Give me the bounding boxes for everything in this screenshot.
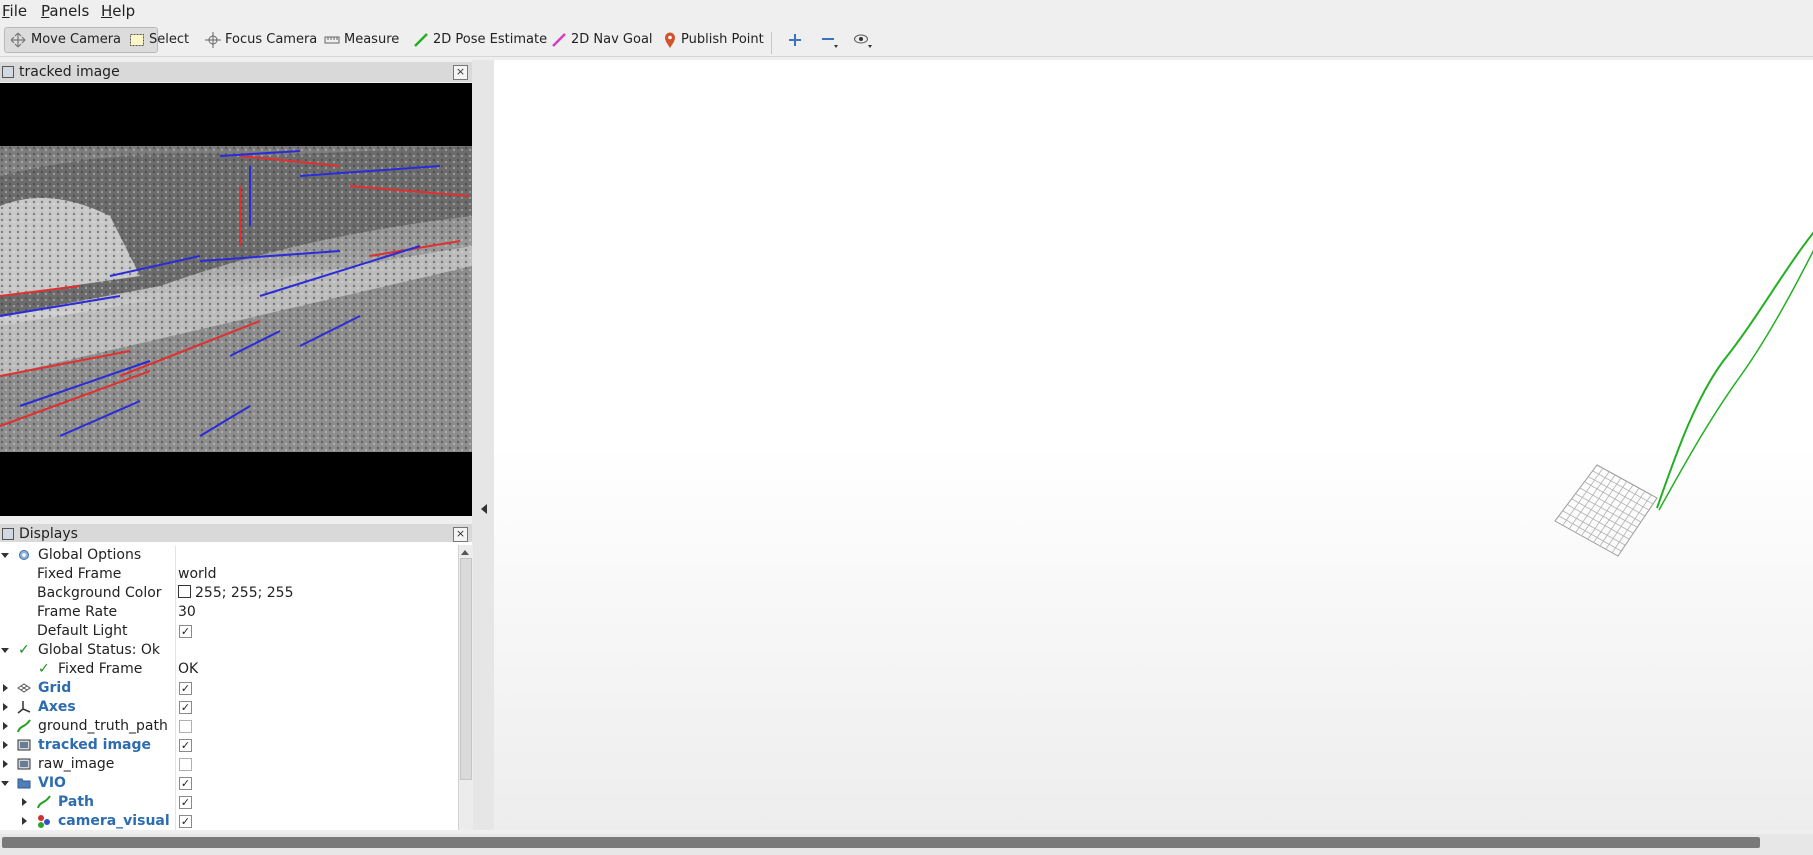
default-light-checkbox[interactable]: ✓ — [179, 625, 192, 638]
camera-visual-checkbox[interactable]: ✓ — [179, 815, 192, 828]
tree-row-ground-truth-path[interactable]: ground_truth_path — [0, 717, 458, 736]
vio-path — [1656, 231, 1813, 511]
tree-row-axes[interactable]: Axes ✓ — [0, 698, 458, 717]
tree-row-fixed-frame[interactable]: Fixed Frame world — [0, 565, 458, 584]
collapsed-arrow-icon[interactable] — [3, 722, 8, 730]
measure-button[interactable]: Measure — [324, 28, 399, 52]
tracked-image-checkbox[interactable]: ✓ — [179, 739, 192, 752]
tree-row-default-light[interactable]: Default Light ✓ — [0, 622, 458, 641]
tree-row-global-status[interactable]: ✓ Global Status: Ok — [0, 641, 458, 660]
select-button[interactable]: Select — [129, 28, 189, 52]
tree-row-vio[interactable]: VIO ✓ — [0, 774, 458, 793]
displays-panel-close-button[interactable]: × — [453, 527, 468, 542]
eye-icon — [854, 34, 872, 48]
tree-row-global-options[interactable]: Global Options — [0, 546, 458, 565]
frame-rate-value[interactable]: 30 — [178, 603, 196, 622]
axes-icon — [17, 701, 31, 714]
map-pin-icon — [665, 32, 675, 48]
tree-row-background-color[interactable]: Background Color 255; 255; 255 — [0, 584, 458, 603]
3d-render-viewport[interactable] — [494, 60, 1813, 830]
ground-truth-path-checkbox[interactable] — [179, 720, 192, 733]
image-icon — [17, 758, 31, 770]
background-color-value[interactable]: 255; 255; 255 — [178, 584, 294, 603]
tracked-image-panel-header: tracked image × — [0, 62, 472, 82]
panel-splitter[interactable] — [472, 60, 494, 830]
collapsed-arrow-icon[interactable] — [3, 760, 8, 768]
status-ok-check-icon: ✓ — [18, 642, 30, 658]
grid-icon — [17, 683, 31, 693]
nav-goal-arrow-icon — [552, 32, 566, 47]
expanded-arrow-icon[interactable] — [1, 648, 9, 653]
displays-panel-title: Displays — [19, 526, 78, 542]
tracked-image-panel-close-button[interactable]: × — [453, 65, 468, 80]
publish-point-button[interactable]: Publish Point — [663, 28, 764, 52]
remove-tool-button[interactable] — [821, 28, 843, 52]
tree-row-frame-rate[interactable]: Frame Rate 30 — [0, 603, 458, 622]
collapsed-arrow-icon[interactable] — [22, 817, 27, 825]
tracked-image-panel-title: tracked image — [19, 64, 120, 80]
toolbar: Move Camera Select Focus Camera Measure … — [0, 26, 1813, 57]
displays-panel-header: Displays × — [0, 524, 472, 544]
status-ok-check-icon: ✓ — [38, 661, 50, 677]
tracked-image-view — [0, 83, 472, 516]
menu-bar: File Panels Help — [0, 0, 1813, 22]
view-options-button[interactable] — [853, 28, 877, 52]
menu-help[interactable]: Help — [101, 2, 135, 20]
plus-icon — [789, 33, 801, 46]
select-icon — [130, 33, 144, 46]
tree-row-raw-image[interactable]: raw_image — [0, 755, 458, 774]
tree-row-path[interactable]: Path ✓ — [0, 793, 458, 812]
collapsed-arrow-icon[interactable] — [3, 703, 8, 711]
grid-checkbox[interactable]: ✓ — [179, 682, 192, 695]
axes-checkbox[interactable]: ✓ — [179, 701, 192, 714]
measure-icon — [324, 36, 340, 43]
fixed-frame-status-value: OK — [178, 661, 199, 677]
minus-icon — [822, 37, 838, 48]
focus-camera-icon — [205, 31, 221, 48]
scroll-up-arrow-icon[interactable] — [461, 550, 469, 555]
tree-row-status-fixed-frame[interactable]: ✓ Fixed Frame OK — [0, 660, 458, 679]
path-icon — [37, 795, 51, 809]
collapsed-arrow-icon[interactable] — [22, 798, 27, 806]
image-panel-icon — [2, 66, 14, 78]
displays-scrollbar-thumb[interactable] — [460, 558, 472, 780]
path-icon — [17, 719, 31, 733]
focus-camera-button[interactable]: Focus Camera — [205, 28, 317, 52]
move-camera-icon — [10, 32, 26, 47]
pose-estimate-arrow-icon — [414, 32, 428, 47]
ground-grid — [1554, 464, 1658, 557]
color-swatch — [178, 585, 191, 598]
2d-nav-goal-button[interactable]: 2D Nav Goal — [551, 28, 653, 52]
expanded-arrow-icon[interactable] — [1, 553, 9, 558]
marker-icon — [38, 815, 50, 828]
displays-panel-icon — [2, 528, 14, 540]
horizontal-scrollbar-thumb[interactable] — [2, 837, 1760, 848]
camera-feature-image — [0, 146, 472, 452]
collapsed-arrow-icon[interactable] — [3, 684, 8, 692]
menu-file[interactable]: File — [2, 2, 27, 20]
toolbar-separator — [771, 32, 772, 54]
image-icon — [17, 739, 31, 751]
collapsed-arrow-icon[interactable] — [3, 741, 8, 749]
3d-scene — [1554, 231, 1813, 557]
expanded-arrow-icon[interactable] — [1, 781, 9, 786]
gear-icon — [19, 550, 29, 560]
menu-panels[interactable]: Panels — [41, 2, 89, 20]
path-checkbox[interactable]: ✓ — [179, 796, 192, 809]
2d-pose-estimate-button[interactable]: 2D Pose Estimate — [413, 28, 547, 52]
tree-row-camera-visual[interactable]: camera_visual ✓ — [0, 812, 458, 831]
fixed-frame-value[interactable]: world — [178, 565, 217, 584]
tree-row-tracked-image[interactable]: tracked image ✓ — [0, 736, 458, 755]
add-tool-button[interactable] — [788, 28, 806, 52]
vio-checkbox[interactable]: ✓ — [179, 777, 192, 790]
tree-row-grid[interactable]: Grid ✓ — [0, 679, 458, 698]
collapse-arrow-icon[interactable] — [481, 504, 487, 514]
raw-image-checkbox[interactable] — [179, 758, 192, 771]
folder-icon — [17, 778, 31, 789]
